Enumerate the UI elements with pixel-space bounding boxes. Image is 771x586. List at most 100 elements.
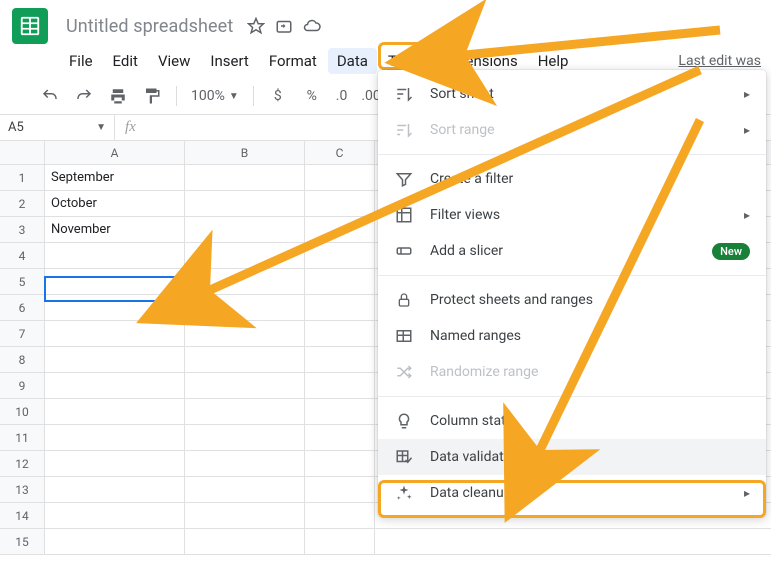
cloud-icon[interactable] <box>303 17 321 35</box>
row-header[interactable]: 13 <box>0 477 44 503</box>
undo-icon[interactable] <box>40 86 60 106</box>
menu-data[interactable]: Data <box>328 48 377 74</box>
cell[interactable] <box>185 347 305 372</box>
cell[interactable]: November <box>45 217 185 242</box>
row-header[interactable]: 14 <box>0 503 44 529</box>
row-header[interactable]: 6 <box>0 295 44 321</box>
cell[interactable] <box>185 217 305 242</box>
row-header[interactable]: 9 <box>0 373 44 399</box>
name-box[interactable]: A5 ▼ <box>0 115 115 140</box>
cell[interactable] <box>305 503 375 528</box>
row-header[interactable]: 8 <box>0 347 44 373</box>
sparkle-icon <box>394 483 414 503</box>
cell[interactable] <box>185 269 305 294</box>
cell[interactable] <box>185 451 305 476</box>
cell[interactable] <box>185 295 305 320</box>
sheets-logo[interactable] <box>12 8 48 44</box>
cell[interactable] <box>305 191 375 216</box>
cell[interactable] <box>185 399 305 424</box>
row-header[interactable]: 5 <box>0 269 44 295</box>
menu-item-sort-sheet[interactable]: Sort sheet ▸ <box>378 76 766 112</box>
cell[interactable] <box>305 373 375 398</box>
cell[interactable] <box>305 217 375 242</box>
decrease-decimal-button[interactable]: .0 <box>336 86 348 106</box>
cell[interactable] <box>185 243 305 268</box>
cell[interactable] <box>45 425 185 450</box>
row-header[interactable]: 1 <box>0 165 44 191</box>
menu-item-column-stats[interactable]: Column stats <box>378 403 766 439</box>
menu-item-label: Create a filter <box>430 171 750 187</box>
row-header[interactable]: 11 <box>0 425 44 451</box>
cell[interactable] <box>45 451 185 476</box>
menu-item-named-ranges[interactable]: Named ranges <box>378 318 766 354</box>
menu-item-add-slicer[interactable]: Add a slicer New <box>378 233 766 269</box>
menu-item-create-filter[interactable]: Create a filter <box>378 161 766 197</box>
percent-format-button[interactable]: % <box>302 86 322 106</box>
redo-icon[interactable] <box>74 86 94 106</box>
cell[interactable] <box>305 295 375 320</box>
select-all-corner[interactable] <box>0 141 44 165</box>
cell[interactable] <box>45 477 185 502</box>
zoom-select[interactable]: 100%▼ <box>191 88 239 104</box>
cell[interactable]: September <box>45 165 185 190</box>
print-icon[interactable] <box>108 86 128 106</box>
cell[interactable] <box>185 321 305 346</box>
row-header[interactable]: 7 <box>0 321 44 347</box>
row-header[interactable]: 3 <box>0 217 44 243</box>
cell[interactable] <box>45 295 185 320</box>
menu-view[interactable]: View <box>149 48 199 74</box>
cell[interactable] <box>45 529 185 554</box>
cell[interactable] <box>305 425 375 450</box>
cell-selection-handle[interactable] <box>181 299 188 306</box>
menu-item-data-validation[interactable]: Data validation <box>378 439 766 475</box>
cell[interactable] <box>185 477 305 502</box>
cell[interactable] <box>45 503 185 528</box>
col-header[interactable]: B <box>185 141 305 164</box>
cell[interactable] <box>305 243 375 268</box>
filter-views-icon <box>394 205 414 225</box>
menu-item-filter-views[interactable]: Filter views ▸ <box>378 197 766 233</box>
row-header[interactable]: 15 <box>0 529 44 555</box>
cell[interactable] <box>185 503 305 528</box>
row-header[interactable]: 2 <box>0 191 44 217</box>
cell[interactable] <box>305 451 375 476</box>
currency-format-button[interactable]: $ <box>268 86 288 106</box>
star-icon[interactable] <box>247 17 265 35</box>
cell[interactable] <box>45 321 185 346</box>
cell[interactable] <box>305 269 375 294</box>
data-validation-icon <box>394 447 414 467</box>
col-header[interactable]: C <box>305 141 375 164</box>
cell[interactable] <box>45 373 185 398</box>
paint-format-icon[interactable] <box>142 86 162 106</box>
menu-item-data-cleanup[interactable]: Data cleanup ▸ <box>378 475 766 511</box>
cell[interactable] <box>185 425 305 450</box>
cell[interactable] <box>305 399 375 424</box>
cell[interactable] <box>185 191 305 216</box>
menu-file[interactable]: File <box>60 48 102 74</box>
col-header[interactable]: A <box>45 141 185 164</box>
menu-item-protect-sheets[interactable]: Protect sheets and ranges <box>378 282 766 318</box>
cell[interactable] <box>45 243 185 268</box>
last-edit-link[interactable]: Last edit was <box>678 53 767 69</box>
cell[interactable] <box>305 477 375 502</box>
menu-format[interactable]: Format <box>260 48 326 74</box>
cell[interactable] <box>45 347 185 372</box>
cell[interactable] <box>185 373 305 398</box>
cell[interactable] <box>45 399 185 424</box>
menu-insert[interactable]: Insert <box>201 48 257 74</box>
cell[interactable] <box>45 269 185 294</box>
row-header[interactable]: 4 <box>0 243 44 269</box>
cell[interactable]: October <box>45 191 185 216</box>
row-header[interactable]: 10 <box>0 399 44 425</box>
move-icon[interactable] <box>275 17 293 35</box>
cell[interactable] <box>305 165 375 190</box>
menu-edit[interactable]: Edit <box>104 48 147 74</box>
chevron-right-icon: ▸ <box>744 87 750 101</box>
cell[interactable] <box>185 529 305 554</box>
row-header[interactable]: 12 <box>0 451 44 477</box>
cell[interactable] <box>305 347 375 372</box>
document-title[interactable]: Untitled spreadsheet <box>60 14 239 39</box>
cell[interactable] <box>305 529 375 554</box>
cell[interactable] <box>305 321 375 346</box>
cell[interactable] <box>185 165 305 190</box>
